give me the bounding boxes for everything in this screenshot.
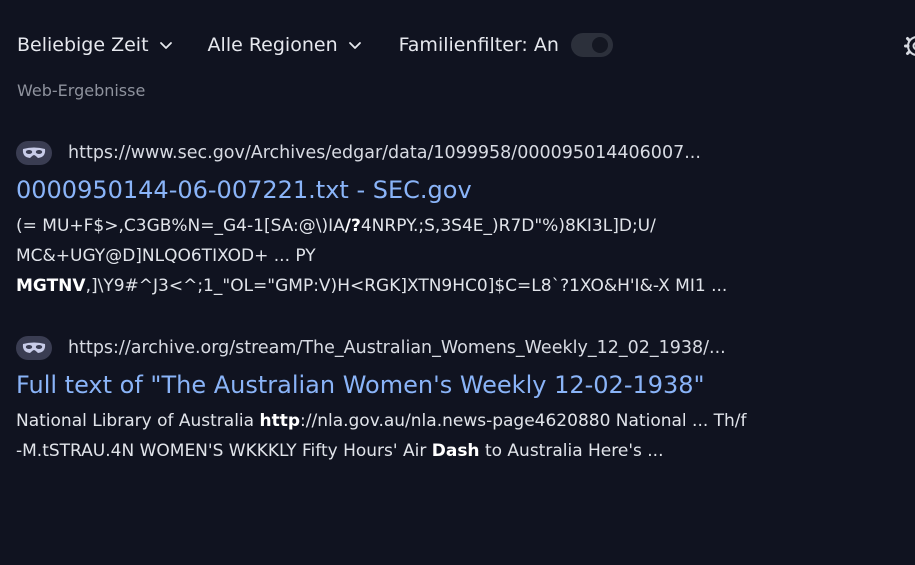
snippet-text: ,]\Y9#^J3<^;1_"OL="GMP:V)H<RGK]XTN9HC0]$…	[85, 276, 728, 296]
snippet-highlight: /?	[344, 216, 361, 236]
mask-icon	[16, 336, 52, 360]
snippet-line: -M.tSTRAU.4N WOMEN'S WKKKLY Fifty Hours'…	[16, 436, 836, 466]
chevron-down-icon	[348, 38, 362, 52]
result-title-link[interactable]: 0000950144-06-007221.txt - SEC.gov	[16, 175, 896, 205]
time-filter-label: Beliebige Zeit	[17, 34, 149, 56]
result-url-row[interactable]: https://archive.org/stream/The_Australia…	[16, 336, 896, 360]
snippet-text: -M.tSTRAU.4N WOMEN'S WKKKLY Fifty Hours'…	[16, 441, 432, 461]
snippet-line: MC&+UGY@D]NLQO6TIXOD+ ... PY	[16, 246, 316, 266]
snippet-line: MGTNV,]\Y9#^J3<^;1_"OL="GMP:V)H<RGK]XTN9…	[16, 271, 836, 301]
gear-icon[interactable]	[903, 32, 915, 60]
result-title-link[interactable]: Full text of "The Australian Women's Wee…	[16, 370, 896, 400]
chevron-down-icon	[159, 38, 173, 52]
time-filter-dropdown[interactable]: Beliebige Zeit	[17, 34, 173, 56]
snippet-text: to Australia Here's ...	[479, 441, 664, 461]
search-result: https://www.sec.gov/Archives/edgar/data/…	[16, 141, 896, 301]
snippet-text: ://nla.gov.au/nla.news-page4620880 Natio…	[300, 411, 747, 431]
snippet-highlight: Dash	[431, 441, 480, 461]
snippet-text: National Library of Australia	[16, 411, 260, 431]
filter-bar: Beliebige Zeit Alle Regionen Familienfil…	[17, 30, 613, 60]
snippet-line: (= MU+F$>,C3GB%N=_G4-1[SA:@\)IA/?4NRPY.;…	[16, 211, 836, 241]
snippet-text: 4NRPY.;S,3S4E_)R7D"%)8KI3L]D;U/	[360, 216, 656, 236]
result-url: https://www.sec.gov/Archives/edgar/data/…	[68, 143, 701, 163]
snippet-highlight: http	[259, 411, 301, 431]
search-result: https://archive.org/stream/The_Australia…	[16, 336, 896, 466]
web-results-heading: Web-Ergebnisse	[17, 81, 146, 100]
region-filter-dropdown[interactable]: Alle Regionen	[208, 34, 362, 56]
snippet-highlight: MGTNV	[16, 276, 86, 296]
mask-icon	[16, 141, 52, 165]
result-url-row[interactable]: https://www.sec.gov/Archives/edgar/data/…	[16, 141, 896, 165]
snippet-text: (= MU+F$>,C3GB%N=_G4-1[SA:@\)IA	[16, 216, 345, 236]
result-snippet: (= MU+F$>,C3GB%N=_G4-1[SA:@\)IA/?4NRPY.;…	[16, 211, 836, 301]
search-results-page: Beliebige Zeit Alle Regionen Familienfil…	[0, 0, 915, 565]
toggle-knob	[591, 37, 608, 53]
family-filter-label: Familienfilter: An	[398, 34, 559, 56]
result-snippet: National Library of Australia http://nla…	[16, 406, 836, 466]
family-filter-toggle[interactable]	[570, 33, 613, 57]
region-filter-label: Alle Regionen	[207, 34, 338, 56]
result-url: https://archive.org/stream/The_Australia…	[68, 338, 726, 358]
snippet-line: National Library of Australia http://nla…	[16, 406, 836, 436]
